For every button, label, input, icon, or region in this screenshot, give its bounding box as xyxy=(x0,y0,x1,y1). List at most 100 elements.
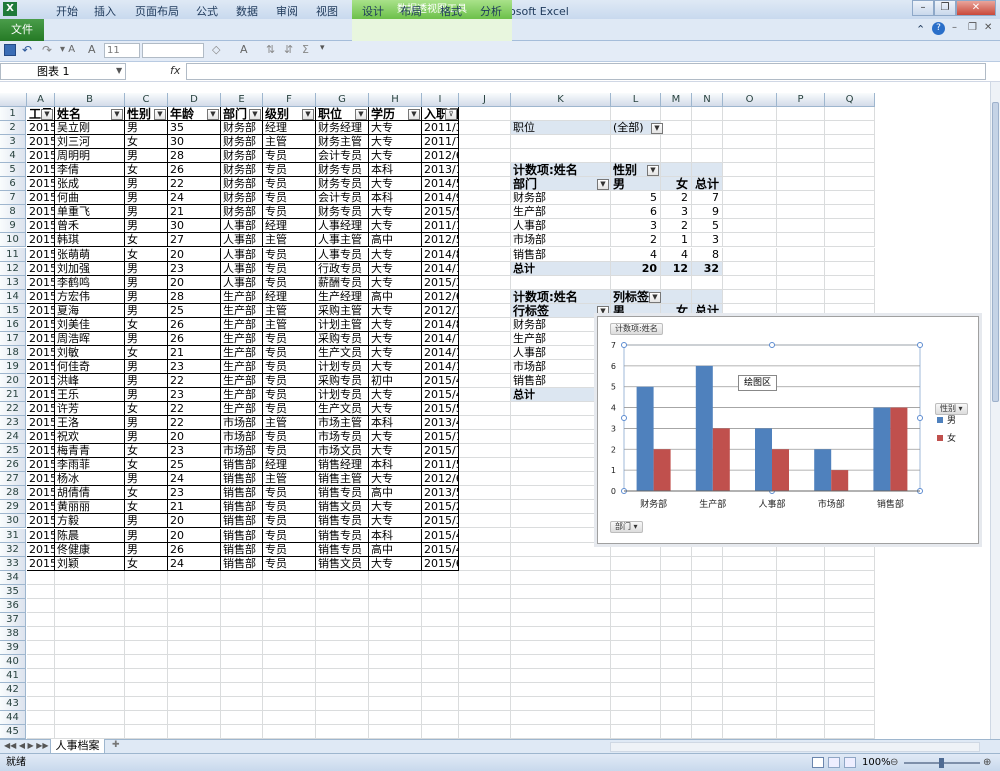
table-cell[interactable]: 25 xyxy=(168,458,221,473)
empty-cell[interactable] xyxy=(661,584,692,599)
table-cell[interactable]: 刘颖 xyxy=(55,556,125,571)
table-cell[interactable]: 专员 xyxy=(263,345,316,360)
table-cell[interactable]: 财务部 xyxy=(221,149,263,164)
empty-cell[interactable] xyxy=(459,570,511,585)
empty-cell[interactable] xyxy=(611,725,661,739)
table-cell[interactable]: 会计专员 xyxy=(316,149,369,164)
table-cell[interactable]: 专员 xyxy=(263,402,316,417)
table-cell[interactable]: 财务经理 xyxy=(316,121,369,136)
empty-cell[interactable] xyxy=(825,177,875,192)
empty-cell[interactable] xyxy=(825,725,875,739)
empty-cell[interactable] xyxy=(692,584,723,599)
empty-cell[interactable] xyxy=(661,697,692,712)
empty-cell[interactable] xyxy=(55,640,125,655)
row-header[interactable]: 45 xyxy=(0,725,26,739)
empty-cell[interactable] xyxy=(723,205,777,220)
pivot2-cell[interactable]: 生产部 xyxy=(511,331,611,346)
table-cell[interactable]: 2015026 xyxy=(27,373,55,388)
empty-cell[interactable] xyxy=(221,697,263,712)
table-cell[interactable]: 主管 xyxy=(263,416,316,431)
empty-cell[interactable] xyxy=(263,640,316,655)
empty-cell[interactable] xyxy=(459,191,511,206)
sort-desc-icon[interactable]: ⇵ xyxy=(284,43,293,56)
empty-cell[interactable] xyxy=(422,654,459,669)
table-cell[interactable]: 高中 xyxy=(369,289,422,304)
filter-dropdown-icon[interactable]: ▼ xyxy=(154,109,166,120)
new-sheet-icon[interactable]: ✚ xyxy=(112,740,120,750)
table-cell[interactable]: 大专 xyxy=(369,345,422,360)
table-cell[interactable]: 大专 xyxy=(369,430,422,445)
wb-restore-icon[interactable]: ❐ xyxy=(968,22,977,33)
empty-cell[interactable] xyxy=(221,725,263,739)
pivot-female-header[interactable]: 女 xyxy=(661,177,692,192)
table-cell[interactable]: 初中 xyxy=(369,373,422,388)
pivot2-cell[interactable]: 人事部 xyxy=(511,345,611,360)
table-cell[interactable]: 胡倩倩 xyxy=(55,486,125,501)
empty-cell[interactable] xyxy=(511,149,611,164)
table-cell[interactable]: 2015/4/17 xyxy=(422,373,459,388)
empty-cell[interactable] xyxy=(422,697,459,712)
table-cell[interactable]: 生产部 xyxy=(221,402,263,417)
table-cell[interactable]: 2015017 xyxy=(27,191,55,206)
empty-cell[interactable] xyxy=(55,725,125,739)
table-cell[interactable]: 男 xyxy=(125,373,168,388)
wb-minimize-icon[interactable]: – xyxy=(952,22,957,33)
table-cell[interactable]: 25 xyxy=(168,303,221,318)
empty-cell[interactable] xyxy=(422,598,459,613)
pivot-grand-total[interactable]: 32 xyxy=(692,261,723,276)
table-cell[interactable]: 何曲 xyxy=(55,191,125,206)
empty-cell[interactable] xyxy=(459,458,511,473)
empty-cell[interactable] xyxy=(459,472,511,487)
table-cell[interactable]: 专员 xyxy=(263,500,316,515)
empty-cell[interactable] xyxy=(777,289,825,304)
empty-cell[interactable] xyxy=(459,163,511,178)
table-cell[interactable]: 经理 xyxy=(263,219,316,234)
table-cell[interactable]: 男 xyxy=(125,542,168,557)
table-cell[interactable]: 2015029 xyxy=(27,402,55,417)
empty-cell[interactable] xyxy=(777,669,825,683)
table-cell[interactable]: 销售专员 xyxy=(316,542,369,557)
empty-cell[interactable] xyxy=(661,598,692,613)
row-header[interactable]: 11 xyxy=(0,247,26,262)
empty-cell[interactable] xyxy=(459,373,511,388)
table-cell[interactable]: 行政专员 xyxy=(316,261,369,276)
table-cell[interactable]: 26 xyxy=(168,542,221,557)
tab-review[interactable]: 审阅 xyxy=(270,3,304,21)
table-cell[interactable]: 专员 xyxy=(263,247,316,262)
empty-cell[interactable] xyxy=(777,219,825,234)
table-cell[interactable]: 2014/5/2 xyxy=(422,177,459,192)
table-cell[interactable]: 生产部 xyxy=(221,289,263,304)
row-header[interactable]: 35 xyxy=(0,584,26,599)
empty-cell[interactable] xyxy=(511,626,611,641)
empty-cell[interactable] xyxy=(825,654,875,669)
close-icon[interactable]: ✕ xyxy=(956,0,996,16)
empty-cell[interactable] xyxy=(459,233,511,248)
table-cell[interactable]: 销售文员 xyxy=(316,556,369,571)
table-cell[interactable]: 高中 xyxy=(369,486,422,501)
empty-cell[interactable] xyxy=(316,570,369,585)
empty-cell[interactable] xyxy=(125,640,168,655)
font-size-box[interactable]: 11 xyxy=(104,43,140,58)
table-cell[interactable]: 2014/10/2 xyxy=(422,345,459,360)
empty-cell[interactable] xyxy=(511,683,611,698)
empty-cell[interactable] xyxy=(692,135,723,150)
table-cell[interactable]: 单重飞 xyxy=(55,205,125,220)
empty-cell[interactable] xyxy=(27,626,55,641)
column-header[interactable]: E xyxy=(221,93,263,107)
table-cell[interactable]: 周浩晖 xyxy=(55,331,125,346)
empty-cell[interactable] xyxy=(459,247,511,262)
empty-cell[interactable] xyxy=(369,612,422,627)
table-cell[interactable]: 专员 xyxy=(263,542,316,557)
row-header[interactable]: 17 xyxy=(0,331,26,346)
empty-cell[interactable] xyxy=(316,697,369,712)
table-cell[interactable]: 财务部 xyxy=(221,191,263,206)
table-cell[interactable]: 大专 xyxy=(369,177,422,192)
table-cell[interactable]: 采购主管 xyxy=(316,303,369,318)
empty-cell[interactable] xyxy=(55,570,125,585)
empty-cell[interactable] xyxy=(221,570,263,585)
empty-cell[interactable] xyxy=(459,303,511,318)
empty-cell[interactable] xyxy=(168,654,221,669)
empty-cell[interactable] xyxy=(459,261,511,276)
tab-insert[interactable]: 插入 xyxy=(88,3,122,21)
table-cell[interactable]: 男 xyxy=(125,275,168,290)
